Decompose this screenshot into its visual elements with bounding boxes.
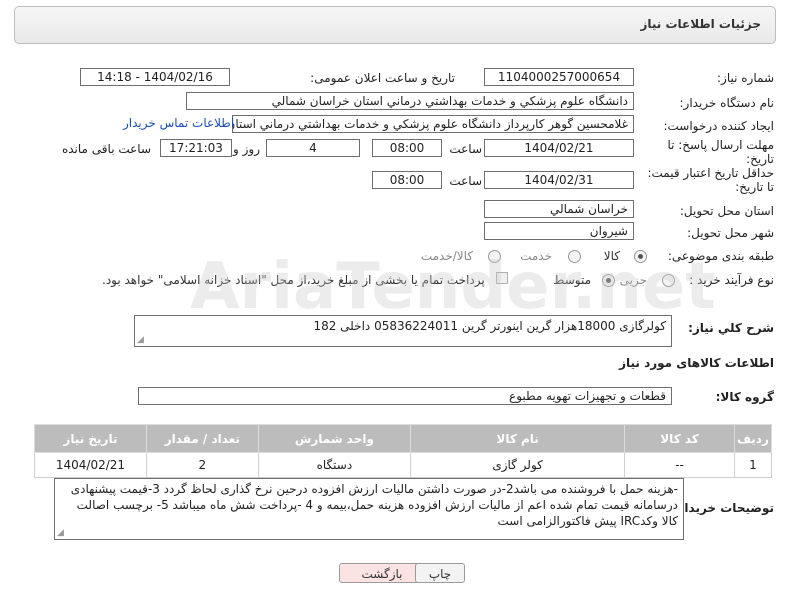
delivery-city-field[interactable]: شیروان — [484, 222, 634, 240]
category-label: طبقه بندی موضوعی: — [667, 249, 774, 263]
days-label: روز و — [233, 142, 260, 156]
items-table: ردیف کد کالا نام کالا واحد شمارش تعداد /… — [34, 424, 773, 478]
reply-deadline-time-label: ساعت — [449, 142, 482, 156]
price-validity-label-2: تا تاریخ: — [735, 180, 774, 194]
reply-deadline-date-field[interactable]: 1404/02/21 — [484, 139, 634, 157]
table-row[interactable]: 1 -- کولر گازی دستگاه 2 1404/02/21 — [34, 452, 773, 478]
need-number-label: شماره نیاز: — [717, 71, 774, 85]
requester-field[interactable]: غلامحسین گوهر کارپرداز دانشگاه علوم پزشک… — [232, 115, 634, 133]
general-description-label: شرح کلي نیاز: — [688, 321, 774, 335]
col-code: کد کالا — [624, 424, 735, 453]
goods-group-field[interactable]: قطعات و تجهیزات تهویه مطبوع — [138, 387, 672, 405]
header-panel: جزئیات اطلاعات نیاز — [14, 6, 776, 44]
row-qty: 2 — [145, 452, 259, 478]
treasury-checkbox[interactable] — [496, 272, 508, 284]
col-name: نام کالا — [410, 424, 626, 453]
price-validity-time-field[interactable]: 08:00 — [372, 171, 442, 189]
resize-grip-icon[interactable]: ◢ — [137, 336, 144, 345]
price-validity-label: حداقل تاریخ اعتبار قیمت: — [647, 166, 774, 180]
reply-deadline-time-field[interactable]: 08:00 — [372, 139, 442, 157]
buyer-notes-label: توضیحات خریدار: — [672, 501, 774, 515]
items-table-header: ردیف کد کالا نام کالا واحد شمارش تعداد /… — [34, 424, 773, 453]
need-number-field[interactable]: 1104000257000654 — [484, 68, 634, 86]
buyer-org-field[interactable]: دانشگاه علوم پزشکي و خدمات بهداشتي درمان… — [186, 92, 634, 110]
reply-deadline-label-2: تاریخ: — [746, 152, 774, 166]
delivery-province-field[interactable]: خراسان شمالي — [484, 200, 634, 218]
row-unit: دستگاه — [257, 452, 412, 478]
treasury-note: پرداخت تمام یا بخشی از مبلغ خرید،از محل … — [102, 273, 485, 287]
time-remaining-label: ساعت باقی مانده — [61, 142, 151, 156]
reply-deadline-label: مهلت ارسال پاسخ: تا — [667, 138, 774, 152]
row-index: 1 — [733, 452, 773, 478]
col-index: ردیف — [733, 424, 773, 453]
price-validity-time-label: ساعت — [449, 174, 482, 188]
price-validity-date-field[interactable]: 1404/02/31 — [484, 171, 634, 189]
category-goods-label: کالا — [603, 249, 620, 263]
purchase-minor-radio[interactable] — [662, 274, 675, 287]
delivery-city-label: شهر محل تحویل: — [687, 226, 774, 240]
purchase-type-label: نوع فرآیند خرید : — [689, 273, 774, 287]
purchase-minor-label: جزیی — [619, 273, 647, 287]
delivery-province-label: استان محل تحویل: — [679, 204, 774, 218]
buyer-contact-link[interactable]: اطلاعات تماس خریدار — [123, 116, 234, 130]
time-remaining-field[interactable]: 17:21:03 — [160, 139, 232, 157]
col-date: تاریخ نیاز — [34, 424, 147, 453]
back-button[interactable]: بازگشت — [339, 563, 425, 583]
print-button[interactable]: چاپ — [415, 563, 465, 583]
category-goods-service-radio[interactable] — [488, 250, 501, 263]
buyer-notes-field[interactable]: -هزینه حمل با فروشنده می باشد2-در صورت د… — [54, 478, 684, 540]
goods-group-label: گروه کالا: — [715, 390, 774, 404]
resize-grip-icon[interactable]: ◢ — [57, 529, 64, 538]
col-unit: واحد شمارش — [257, 424, 412, 453]
announce-datetime-field[interactable]: 1404/02/16 - 14:18 — [80, 68, 230, 86]
col-qty: تعداد / مقدار — [145, 424, 259, 453]
row-name: کولر گازی — [410, 452, 626, 478]
buyer-org-label: نام دستگاه خریدار: — [679, 96, 775, 110]
requester-label: ایجاد کننده درخواست: — [663, 119, 774, 133]
general-description-text: کولرگازی 18000هزار گرین اینورتر گرین 058… — [313, 319, 666, 333]
category-service-label: خدمت — [520, 249, 552, 263]
row-date: 1404/02/21 — [34, 452, 147, 478]
items-section-title: اطلاعات کالاهای مورد نیاز — [619, 356, 774, 370]
announce-datetime-label: تاریخ و ساعت اعلان عمومی: — [310, 71, 455, 85]
category-goods-radio[interactable] — [634, 250, 647, 263]
days-remaining-field[interactable]: 4 — [266, 139, 360, 157]
row-code: -- — [624, 452, 735, 478]
category-goods-service-label: کالا/خدمت — [420, 249, 473, 263]
purchase-medium-radio[interactable] — [602, 274, 615, 287]
purchase-medium-label: متوسط — [553, 273, 591, 287]
page-title: جزئیات اطلاعات نیاز — [640, 17, 761, 31]
category-service-radio[interactable] — [568, 250, 581, 263]
buyer-notes-text: -هزینه حمل با فروشنده می باشد2-در صورت د… — [70, 482, 678, 528]
general-description-field[interactable]: کولرگازی 18000هزار گرین اینورتر گرین 058… — [134, 315, 672, 347]
